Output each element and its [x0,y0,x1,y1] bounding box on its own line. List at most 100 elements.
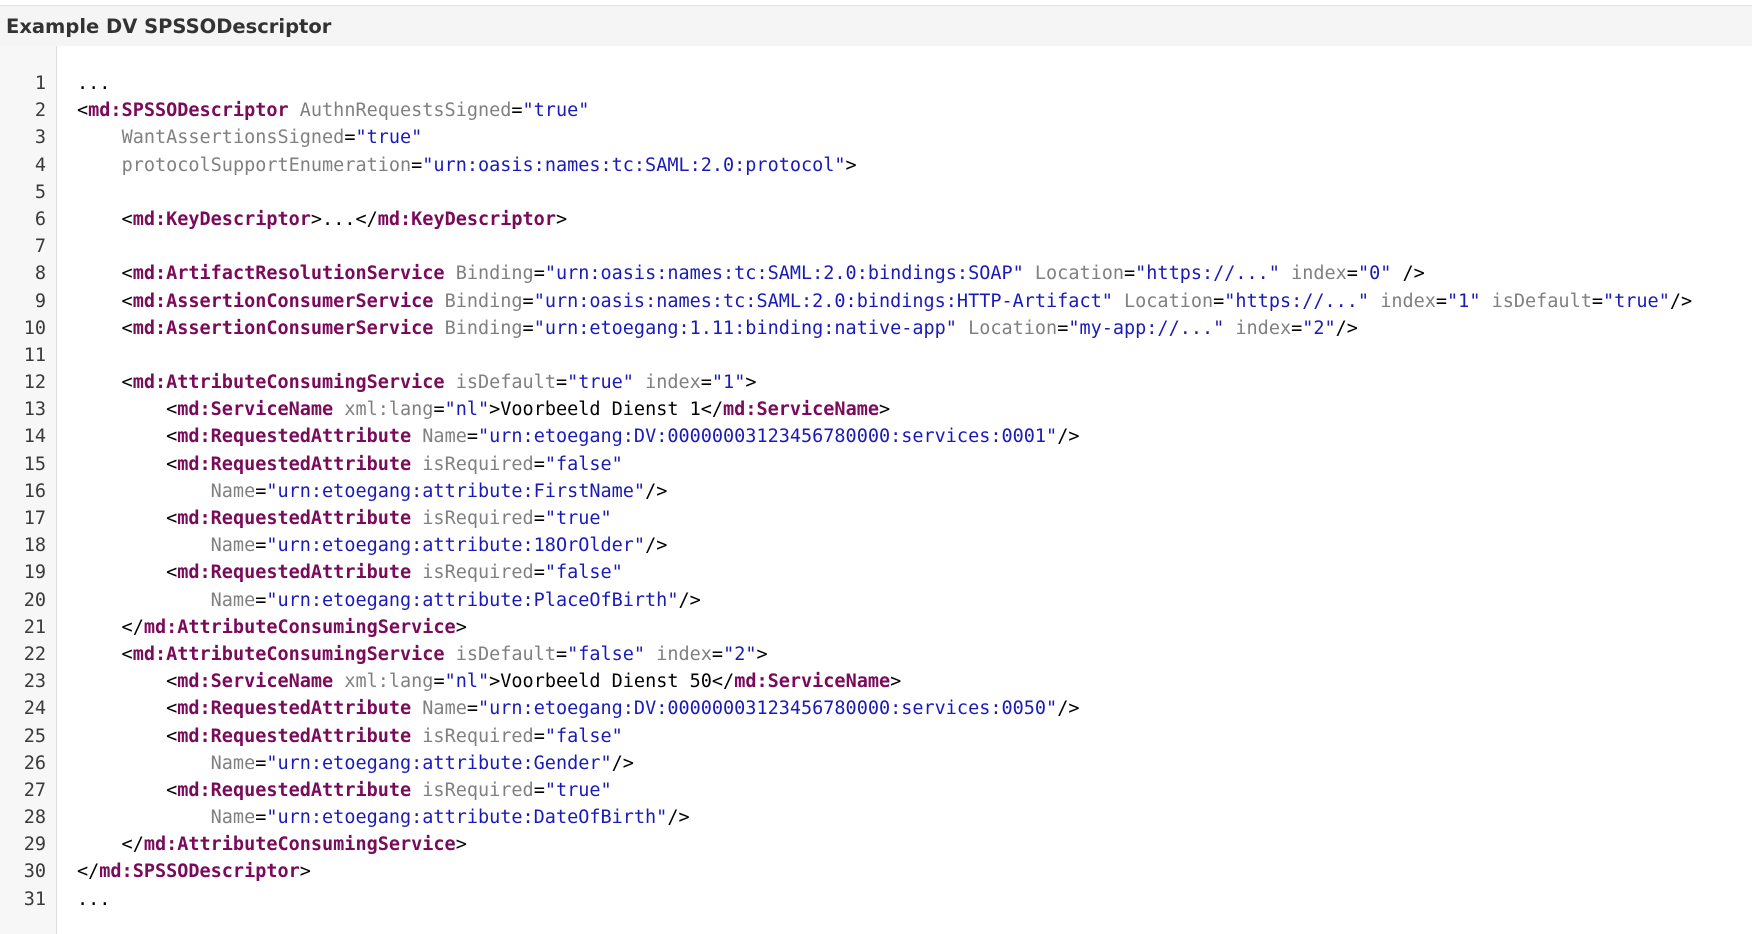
xml-punctuation [77,807,211,828]
code-line: <md:RequestedAttribute isRequired="true" [77,505,1747,532]
xml-attribute-name: Binding [444,290,523,312]
xml-punctuation: </ [711,671,735,693]
xml-punctuation: < [77,508,178,529]
xml-punctuation: < [77,317,133,339]
xml-punctuation: < [77,643,133,665]
xml-attribute-name: isRequired [422,779,534,801]
xml-punctuation: < [77,372,133,394]
xml-attribute-name: isDefault [455,372,556,394]
xml-punctuation: = [533,453,545,475]
xml-attribute-value: "false" [544,725,623,747]
xml-punctuation: = [344,127,356,149]
code-line: <md:KeyDescriptor>...</md:KeyDescriptor> [77,206,1747,233]
code-line: <md:AttributeConsumingService isDefault=… [77,369,1747,396]
xml-attribute-value: "true" [1603,290,1670,312]
xml-attribute-name: Location [1034,263,1125,285]
xml-punctuation: /> [1057,426,1080,448]
xml-attribute-value: "true" [544,779,612,801]
xml-tag-name: md:ServiceName [177,671,334,693]
line-number: 22 [23,643,46,665]
xml-attribute-value: "urn:etoegang:attribute:Gender" [266,752,612,774]
xml-punctuation: < [77,671,178,693]
xml-punctuation: = [533,725,545,747]
xml-attribute-name: isRequired [422,453,534,475]
xml-punctuation: </ [77,834,144,856]
xml-punctuation: = [533,508,545,529]
xml-punctuation: ... [77,888,111,910]
xml-tag-name: md:KeyDescriptor [377,208,556,230]
xml-punctuation: < [77,426,178,448]
xml-punctuation: = [1124,263,1136,285]
line-number-gutter: 1 2 3 4 5 6 7 8 9 10 11 12 13 14 15 16 17 18 19 20 21 22 23 24 2… [0,46,57,934]
xml-punctuation: = [433,671,445,693]
xml-tag-name: md:ServiceName [734,671,891,693]
code-line: <md:ServiceName xml:lang="nl">Voorbeeld … [77,396,1747,423]
xml-tag-name: md:AttributeConsumingService [143,616,456,638]
xml-punctuation: = [522,290,534,312]
code-line: ... [77,70,1747,97]
xml-punctuation: /> [1335,317,1358,339]
xml-punctuation [333,399,344,420]
xml-punctuation [411,562,422,583]
code-area: 1 2 3 4 5 6 7 8 9 10 11 12 13 14 15 16 17 18 19 20 21 22 23 24 2… [0,46,1752,934]
xml-punctuation [645,644,656,665]
xml-punctuation: < [77,208,133,230]
xml-punctuation [957,318,968,339]
xml-attribute-value: "urn:oasis:names:tc:SAML:2.0:protocol" [422,154,846,176]
xml-text-content: Voorbeeld Dienst 50 [500,671,712,693]
xml-attribute-name: Binding [455,263,534,285]
xml-punctuation: > [455,616,467,638]
xml-attribute-value: "urn:etoegang:attribute:FirstName" [266,480,646,502]
code-line: protocolSupportEnumeration="urn:oasis:na… [77,152,1747,179]
xml-punctuation [1280,263,1291,284]
line-number: 10 [23,317,46,339]
xml-punctuation: = [511,100,523,122]
line-number: 17 [23,508,46,529]
xml-punctuation: = [1057,317,1069,339]
xml-punctuation: > [878,399,891,421]
xml-punctuation [411,780,422,801]
xml-attribute-name: Name [210,807,256,829]
xml-punctuation: = [1346,263,1358,285]
line-number: 31 [23,888,46,910]
xml-punctuation: /> [645,535,668,557]
xml-punctuation [1369,291,1380,312]
xml-punctuation: > [745,372,757,394]
xml-tag-name: md:AttributeConsumingService [132,372,445,394]
xml-punctuation: < [77,698,178,720]
xml-attribute-name: Name [210,535,256,557]
xml-attribute-name: protocolSupportEnumeration [121,154,412,176]
code-line: <md:RequestedAttribute isRequired="false… [77,451,1747,478]
code-line: Name="urn:etoegang:attribute:PlaceOfBirt… [77,587,1747,614]
line-number: 20 [23,589,46,611]
xml-attribute-name: index [1380,290,1436,312]
xml-attribute-name: isDefault [1491,290,1592,312]
xml-punctuation: = [255,535,267,557]
xml-tag-name: md:RequestedAttribute [177,698,412,720]
xml-attribute-value: "urn:oasis:names:tc:SAML:2.0:bindings:HT… [533,290,1113,312]
xml-punctuation [1224,318,1235,339]
xml-text-content: Voorbeeld Dienst 1 [500,399,701,421]
xml-punctuation: > [489,671,501,693]
code-line: Name="urn:etoegang:attribute:DateOfBirth… [77,804,1747,831]
xml-punctuation [445,372,456,393]
xml-attribute-name: isDefault [455,643,556,665]
xml-punctuation [77,155,122,176]
xml-tag-name: md:RequestedAttribute [177,453,412,475]
xml-attribute-name: Binding [444,317,523,339]
xml-punctuation: < [77,100,89,122]
xml-attribute-name: AuthnRequestsSigned [299,100,512,122]
line-number: 4 [34,154,46,176]
xml-attribute-value: "2" [1302,317,1336,339]
xml-punctuation: = [555,643,568,665]
xml-tag-name: md:AttributeConsumingService [132,643,445,665]
xml-punctuation: < [77,562,178,584]
line-number: 15 [23,453,46,475]
xml-attribute-name: Name [422,426,467,448]
line-number: 24 [23,698,46,720]
xml-punctuation [411,726,422,747]
xml-punctuation: = [711,643,724,665]
line-number: 12 [23,372,46,394]
